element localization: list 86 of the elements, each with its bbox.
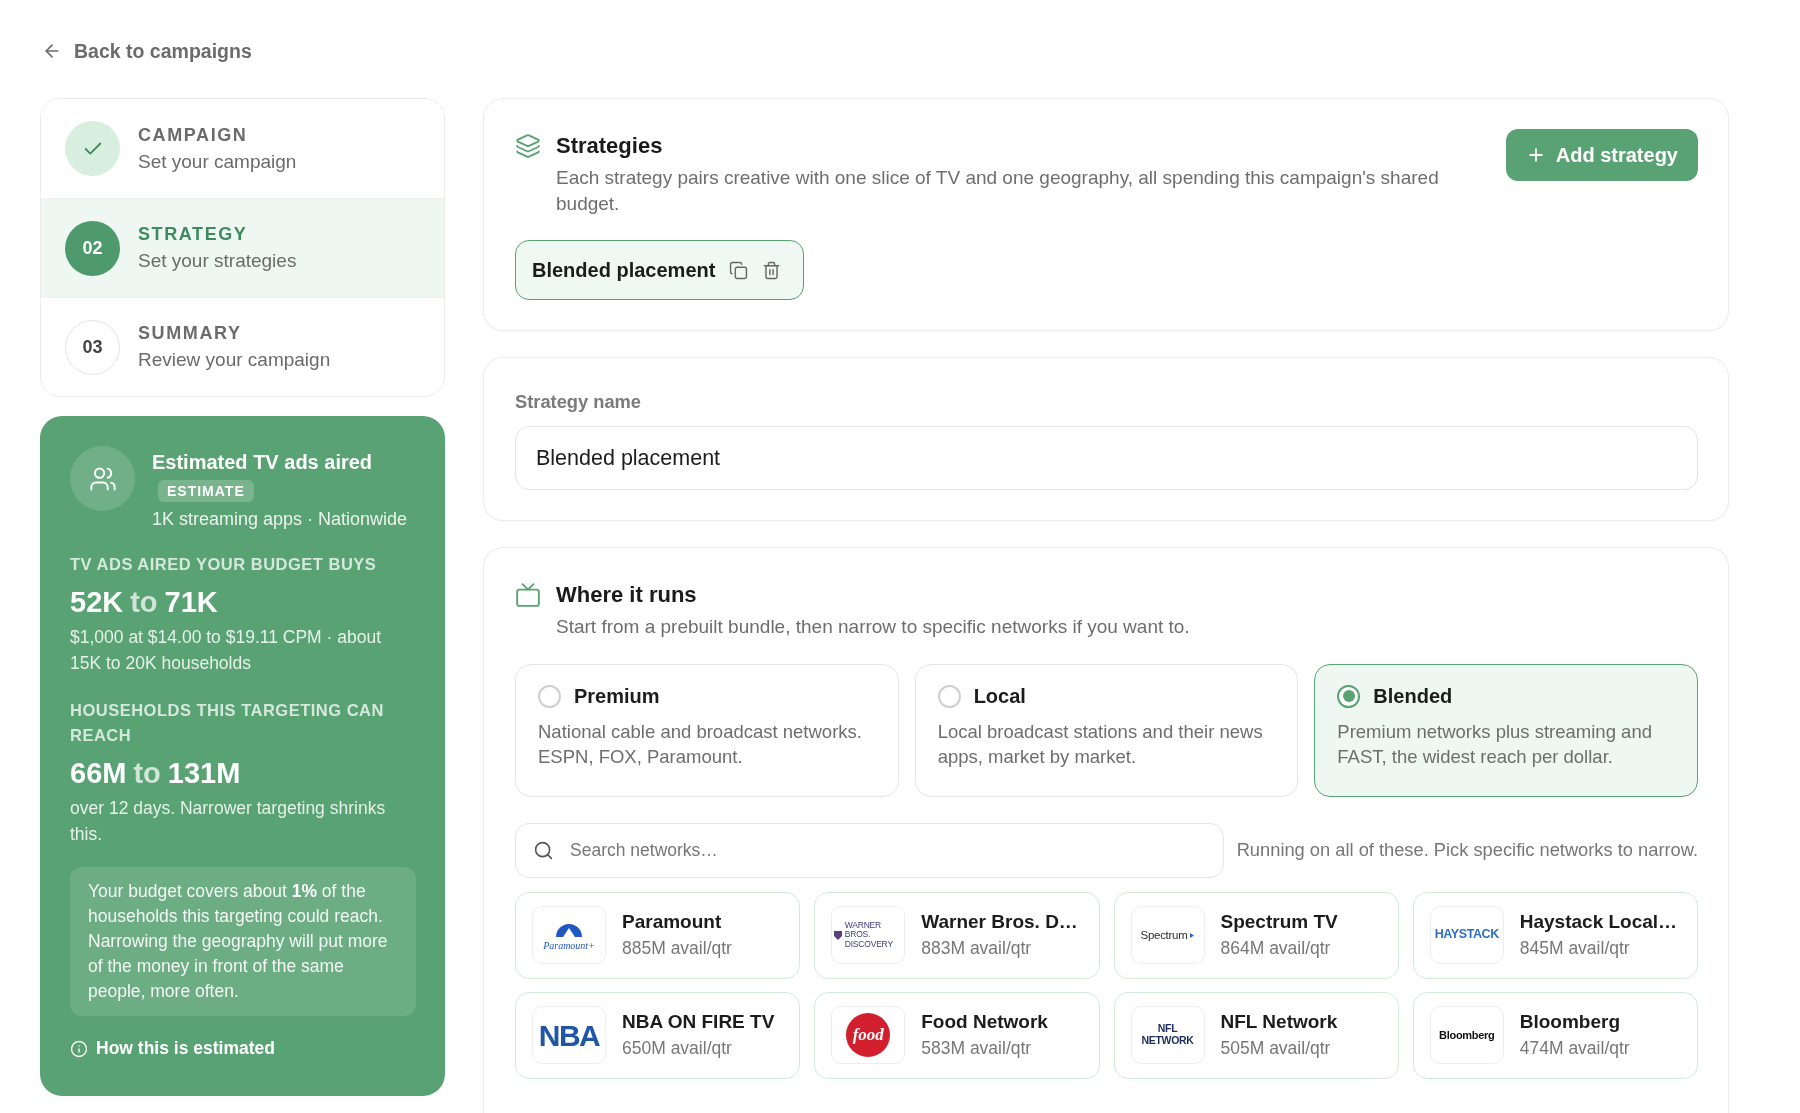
radio-button[interactable] [538, 684, 561, 708]
metric-note: $1,000 at $14.00 to $19.11 CPM · about 15K to 20K households [70, 626, 382, 675]
step-subtitle: Set your campaign [138, 150, 297, 173]
logo-text: NFL NETWORK [1141, 1023, 1194, 1047]
section-title: Where it runs [556, 581, 697, 609]
network-name: Bloomberg [1519, 1011, 1622, 1033]
bundle-option[interactable]: Blended Premium networks plus streaming and FAST, the widest reach per dollar. [1314, 663, 1698, 797]
network-avails: 864M avail/qtr [1220, 938, 1332, 959]
network-card[interactable]: NFL NETWORK NFL Network 505M avail/qtr [1113, 991, 1399, 1079]
step-title: CAMPAIGN [138, 124, 249, 146]
metric-value: 66M [70, 756, 127, 791]
network-name: Haystack Local… [1519, 911, 1678, 933]
section-title: Strategies [556, 132, 663, 160]
tv-icon [515, 582, 541, 608]
step-title: SUMMARY [138, 323, 243, 344]
logo-text: WARNER BROS. DISCOVERY [844, 921, 894, 949]
bundle-description: National cable and broadcast networks. ESPN, FOX, Paramount. [538, 719, 863, 769]
back-link[interactable]: Back to campaigns [42, 34, 252, 68]
step-number: 03 [65, 319, 120, 375]
section-description: Each strategy pairs creative with one slice of TV and one geography, all spending this campaign's shared budget. [556, 166, 1440, 216]
network-name: NBA ON FIRE TV [622, 1011, 775, 1033]
bundle-title: Premium [574, 684, 660, 708]
metric-label: TV ADS AIRED YOUR BUDGET BUYS [70, 554, 378, 575]
network-name: Paramount [622, 911, 723, 933]
network-avails: 883M avail/qtr [921, 938, 1033, 959]
shield-icon [833, 930, 842, 940]
field-label: Strategy name [515, 391, 642, 413]
step-number: 02 [65, 220, 120, 276]
logo-text: Paramount+ [543, 939, 595, 951]
network-card[interactable]: food Food Network 583M avail/qtr [814, 991, 1100, 1079]
bundle-description: Local broadcast stations and their news apps, market by market. [937, 719, 1264, 769]
step-item[interactable]: 02 STRATEGY Set your strategies [41, 198, 444, 297]
estimate-badge: ESTIMATE [158, 480, 254, 502]
step-item[interactable]: 03 SUMMARY Review your campaign [41, 297, 444, 396]
bundle-title: Blended [1373, 684, 1453, 708]
network-avails: 885M avail/qtr [622, 938, 732, 959]
network-avails: 474M avail/qtr [1519, 1038, 1630, 1059]
bundle-description: Premium networks plus streaming and FAST, the widest reach per dollar. [1337, 719, 1653, 769]
metric-value: 71K [164, 585, 218, 620]
metric-value: 52K [70, 585, 124, 620]
radio-button[interactable] [937, 684, 961, 708]
network-card[interactable]: Bloomberg Bloomberg 474M avail/qtr [1412, 991, 1698, 1079]
network-name: Spectrum TV [1220, 911, 1338, 933]
section-description: Start from a prebuilt bundle, then narrow to specific networks if you want to. [556, 615, 1191, 639]
network-avails: 650M avail/qtr [622, 1038, 733, 1059]
bundle-option[interactable]: Local Local broadcast stations and their news apps, market by market. [914, 663, 1299, 797]
logo-text: Spectrum [1140, 928, 1188, 942]
network-card[interactable]: WARNER BROS. DISCOVERY Warner Bros. D… 883M avail/qtr [814, 891, 1100, 979]
network-card[interactable]: HAYSTACK Haystack Local… 845M avail/qtr [1412, 891, 1698, 979]
network-name: Food Network [921, 1011, 1048, 1033]
search-icon [533, 839, 554, 861]
metric-joiner: to [133, 756, 161, 791]
network-name: NFL Network [1220, 1011, 1338, 1033]
metric-joiner: to [130, 585, 158, 620]
metric-label: HOUSEHOLDS THIS TARGETING CAN REACH [70, 700, 385, 746]
metric-value: 131M [167, 756, 241, 791]
info-icon [70, 1039, 88, 1058]
search-hint: Running on all of these. Pick specific networks to narrow. [1236, 839, 1698, 861]
strategy-tab[interactable]: Blended placement [515, 240, 805, 300]
panel-subtitle: 1K streaming apps · Nationwide [152, 509, 408, 530]
step-subtitle: Review your campaign [138, 349, 331, 371]
bundle-option[interactable]: Premium National cable and broadcast networks. ESPN, FOX, Paramount. [515, 663, 899, 797]
panel-title: Estimated TV ads aired [152, 450, 373, 475]
round-logo: food [846, 1013, 891, 1057]
logo-text: HAYSTACK [1434, 928, 1499, 942]
radio-button[interactable] [1337, 684, 1361, 708]
logo-text: Bloomberg [1439, 1028, 1495, 1042]
metric-note: over 12 days. Narrower targeting shrinks this. [70, 797, 387, 846]
network-card[interactable]: Paramount+ Paramount 885M avail/qtr [515, 891, 801, 979]
network-card[interactable]: Spectrum Spectrum TV 864M avail/qtr [1113, 891, 1399, 979]
triangle-icon [1190, 932, 1195, 938]
strategy-name-input[interactable]: Blended placement [515, 426, 1698, 490]
search-field[interactable]: Search networks… [515, 822, 1224, 878]
network-card[interactable]: NBA NBA ON FIRE TV 650M avail/qtr [515, 991, 801, 1079]
network-avails: 845M avail/qtr [1519, 938, 1631, 959]
trash-icon[interactable] [762, 260, 782, 280]
step-title: STRATEGY [138, 224, 249, 245]
network-avails: 583M avail/qtr [921, 1038, 1033, 1059]
network-name: Warner Bros. D… [921, 911, 1078, 933]
budget-callout: Your budget covers about 1% of the households this targeting could reach. Narrowing the geography will put more of the money in front of the same people, more often. [70, 867, 416, 1016]
bundle-title: Local [973, 684, 1026, 708]
step-subtitle: Set your strategies [138, 250, 297, 272]
logo-text: NBA [538, 1018, 600, 1052]
copy-icon[interactable] [729, 260, 749, 280]
layers-icon [515, 133, 541, 159]
network-avails: 505M avail/qtr [1220, 1038, 1332, 1059]
